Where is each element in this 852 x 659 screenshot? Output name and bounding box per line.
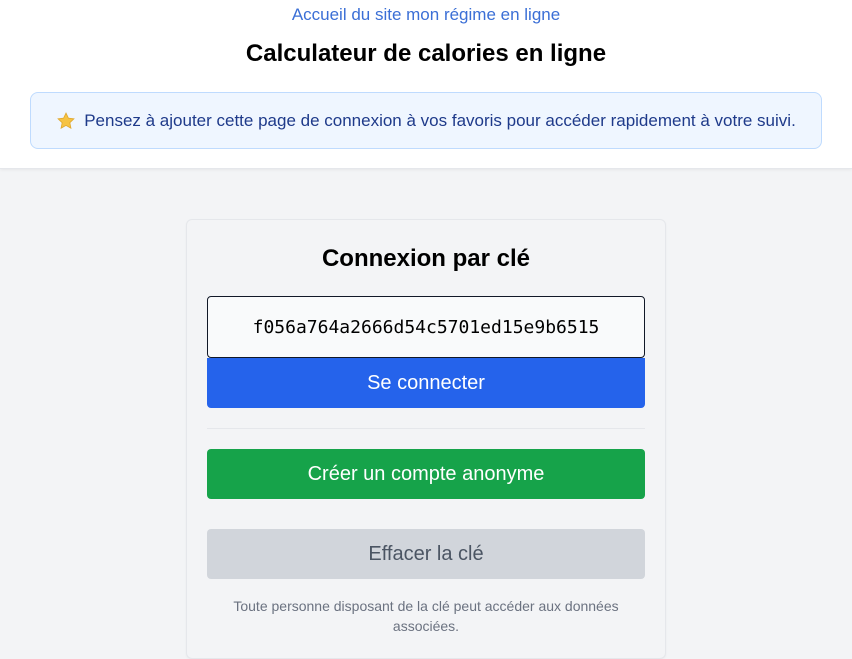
clear-key-button[interactable]: Effacer la clé xyxy=(207,529,645,579)
header: Accueil du site mon régime en ligne Calc… xyxy=(0,0,852,169)
star-icon xyxy=(57,111,76,129)
favorites-notice: Pensez à ajouter cette page de connexion… xyxy=(30,92,822,149)
login-card: Connexion par clé Se connecter Créer un … xyxy=(186,219,666,659)
create-anonymous-account-button[interactable]: Créer un compte anonyme xyxy=(207,449,645,499)
page-title: Calculateur de calories en ligne xyxy=(245,40,607,67)
login-card-title: Connexion par clé xyxy=(321,245,531,272)
key-input[interactable] xyxy=(207,296,645,358)
divider xyxy=(207,428,645,429)
key-disclaimer: Toute personne disposant de la clé peut … xyxy=(233,598,619,634)
login-button[interactable]: Se connecter xyxy=(207,358,645,408)
home-link[interactable]: Accueil du site mon régime en ligne xyxy=(0,5,852,25)
notice-text: Pensez à ajouter cette page de connexion… xyxy=(84,110,796,130)
